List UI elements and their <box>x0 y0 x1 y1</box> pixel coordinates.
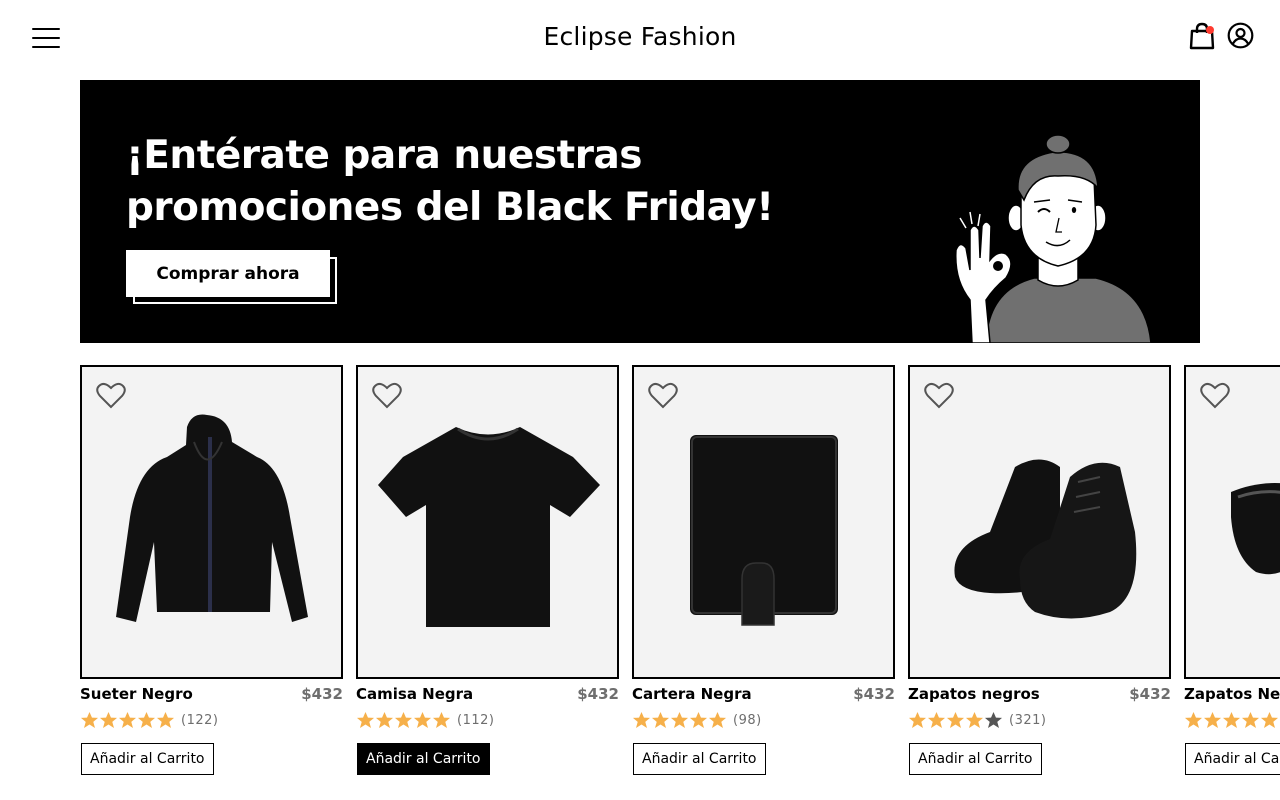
rating-stars: (122) <box>80 710 218 730</box>
star-filled-icon <box>632 711 651 729</box>
banner-title-line-2: promociones del Black Friday! <box>126 185 774 230</box>
man-ok-gesture-illustration <box>955 134 1152 343</box>
star-filled-icon <box>137 711 156 729</box>
star-filled-icon <box>946 711 965 729</box>
star-filled-icon <box>99 711 118 729</box>
product-image-frame[interactable] <box>1184 365 1280 679</box>
sunglasses-image <box>1231 483 1280 575</box>
product-card-partial[interactable]: Zapatos Negros Añadir al Carrito <box>1184 365 1280 800</box>
review-count: (98) <box>733 712 762 728</box>
product-name[interactable]: Camisa Negra <box>356 685 473 703</box>
rating-stars <box>1184 710 1279 730</box>
promo-banner: ¡Entérate para nuestras promociones del … <box>80 80 1200 343</box>
review-count: (122) <box>181 712 219 728</box>
star-filled-icon <box>375 711 394 729</box>
product-price: $432 <box>1129 685 1171 703</box>
shopping-bag-icon[interactable] <box>1189 22 1215 50</box>
star-filled-icon <box>708 711 727 729</box>
wallet-image <box>690 435 838 626</box>
star-filled-icon <box>651 711 670 729</box>
cta-wrapper: Comprar ahora <box>126 250 338 305</box>
heart-icon[interactable] <box>372 381 402 409</box>
product-image-frame[interactable] <box>80 365 343 679</box>
add-to-cart-button[interactable]: Añadir al Carrito <box>357 743 490 775</box>
product-image-frame[interactable] <box>908 365 1171 679</box>
shop-now-button[interactable]: Comprar ahora <box>126 250 330 297</box>
star-filled-icon <box>1203 711 1222 729</box>
product-image-frame[interactable] <box>632 365 895 679</box>
star-empty-icon <box>984 711 1003 729</box>
star-filled-icon <box>965 711 984 729</box>
star-filled-icon <box>689 711 708 729</box>
product-name[interactable]: Cartera Negra <box>632 685 752 703</box>
product-price: $432 <box>301 685 343 703</box>
hoodie-image <box>116 414 308 622</box>
product-image-frame[interactable] <box>356 365 619 679</box>
product-name[interactable]: Sueter Negro <box>80 685 193 703</box>
star-filled-icon <box>1241 711 1260 729</box>
review-count: (112) <box>457 712 495 728</box>
tshirt-image <box>378 427 600 627</box>
shoes-image <box>954 459 1137 619</box>
product-carousel: Sueter Negro $432 (122) Añadir al Carrit… <box>80 365 1280 800</box>
site-header: Eclipse Fashion <box>0 0 1280 80</box>
heart-icon[interactable] <box>924 381 954 409</box>
banner-title-line-1: ¡Entérate para nuestras <box>126 133 642 178</box>
star-filled-icon <box>432 711 451 729</box>
add-to-cart-button[interactable]: Añadir al Carrito <box>909 743 1042 775</box>
product-name[interactable]: Zapatos negros <box>908 685 1040 703</box>
star-filled-icon <box>670 711 689 729</box>
user-circle-icon[interactable] <box>1227 22 1254 49</box>
heart-icon[interactable] <box>96 381 126 409</box>
cart-notification-dot <box>1206 26 1214 34</box>
star-filled-icon <box>927 711 946 729</box>
rating-stars: (112) <box>356 710 494 730</box>
add-to-cart-button[interactable]: Añadir al Carrito <box>1185 743 1280 775</box>
star-filled-icon <box>1222 711 1241 729</box>
product-price: $432 <box>577 685 619 703</box>
star-filled-icon <box>394 711 413 729</box>
star-filled-icon <box>156 711 175 729</box>
heart-icon[interactable] <box>1200 381 1230 409</box>
rating-stars: (321) <box>908 710 1046 730</box>
heart-icon[interactable] <box>648 381 678 409</box>
rating-stars: (98) <box>632 710 762 730</box>
add-to-cart-button[interactable]: Añadir al Carrito <box>81 743 214 775</box>
product-price: $432 <box>853 685 895 703</box>
brand-title[interactable]: Eclipse Fashion <box>0 22 1280 51</box>
star-filled-icon <box>413 711 432 729</box>
add-to-cart-button[interactable]: Añadir al Carrito <box>633 743 766 775</box>
star-filled-icon <box>356 711 375 729</box>
star-filled-icon <box>908 711 927 729</box>
banner-title: ¡Entérate para nuestras promociones del … <box>126 130 846 234</box>
review-count: (321) <box>1009 712 1047 728</box>
star-filled-icon <box>1184 711 1203 729</box>
product-name[interactable]: Zapatos Negros <box>1184 685 1280 703</box>
star-filled-icon <box>80 711 99 729</box>
star-filled-icon <box>1260 711 1279 729</box>
star-filled-icon <box>118 711 137 729</box>
